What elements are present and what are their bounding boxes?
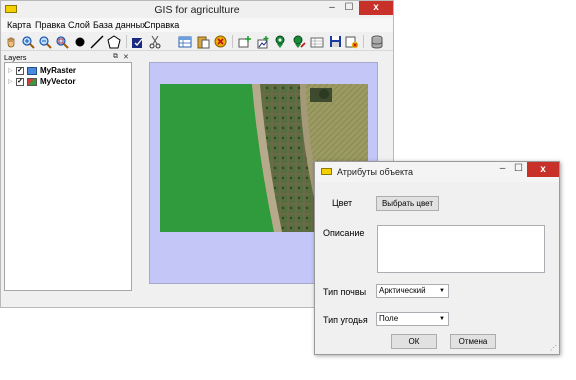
zoom-full-icon[interactable] [54,34,70,49]
ok-button[interactable]: ОК [391,334,437,349]
menu-map[interactable]: Карта [7,19,31,31]
delete-icon[interactable] [212,34,228,49]
minimize-button[interactable]: ‒ [324,1,340,15]
choose-color-button[interactable]: Выбрать цвет [376,196,439,211]
cancel-button[interactable]: Отмена [450,334,496,349]
attributes-dialog: Атрибуты объекта ‒ ☐ x Цвет Выбрать цвет… [314,161,560,355]
expand-arrow-icon[interactable]: ▷ [8,67,14,74]
toolbar-separator [126,35,127,48]
toolbar [1,32,393,51]
menu-bar: Карта Правка Слой База данных Справка [1,18,393,32]
map-pin-green-icon[interactable] [273,34,289,49]
minimize-button[interactable]: ‒ [495,163,510,174]
dialog-title: Атрибуты объекта [337,167,414,177]
land-type-select[interactable]: Поле ▼ [376,312,449,326]
title-bar: GIS for agriculture ‒ ☐ x [1,1,393,18]
toolbar-separator [232,35,233,48]
attribute-table-icon[interactable] [177,34,193,49]
soil-type-label: Тип почвы [323,287,367,297]
close-button[interactable]: x [527,162,559,177]
maximize-button[interactable]: ☐ [341,1,357,15]
save-icon[interactable] [327,34,343,49]
draw-polygon-icon[interactable] [106,34,122,49]
toolbar-separator [363,35,364,48]
delete-layer-icon[interactable] [344,34,360,49]
land-type-label: Тип угодья [323,315,368,325]
raster-layer-icon [27,66,37,75]
layer-name: MyVector [40,77,76,86]
zoom-in-icon[interactable] [20,34,36,49]
color-label: Цвет [332,198,353,208]
add-layer-icon[interactable] [237,34,253,49]
layers-panel: ▷ ✓ MyRaster ▷ ✓ MyVector [4,62,132,291]
zoom-out-icon[interactable] [37,34,53,49]
expand-arrow-icon[interactable]: ▷ [8,78,14,85]
land-type-value: Поле [379,314,399,323]
menu-help[interactable]: Справка [144,19,179,31]
vector-layer-icon [27,77,37,86]
close-panel-icon[interactable]: ✕ [123,53,129,61]
layer-name: MyRaster [40,66,77,75]
draw-point-icon[interactable] [72,34,88,49]
layer-visibility-checkbox[interactable]: ✓ [16,77,24,86]
maximize-button[interactable]: ☐ [511,163,526,174]
soil-type-select[interactable]: Арктический ▼ [376,284,449,298]
cut-icon[interactable] [147,34,163,49]
database-icon[interactable] [369,34,385,49]
description-label: Описание [323,228,365,238]
menu-edit[interactable]: Правка [35,19,65,31]
resize-grip-icon[interactable]: ⋰ [550,344,557,352]
layer-visibility-checkbox[interactable]: ✓ [16,66,24,75]
add-vector-layer-icon[interactable] [255,34,271,49]
close-button[interactable]: x [359,1,393,15]
chevron-down-icon: ▼ [439,316,445,322]
layer-item-myraster[interactable]: ▷ ✓ MyRaster [8,65,76,76]
app-icon [321,168,332,175]
paste-icon[interactable] [195,34,211,49]
float-panel-icon[interactable]: ⧉ [113,53,118,61]
menu-database[interactable]: База данных [93,19,147,31]
soil-type-value: Арктический [379,286,426,295]
dialog-title-bar: Атрибуты объекта ‒ ☐ x [315,162,559,182]
pan-icon[interactable] [3,34,19,49]
menu-layer[interactable]: Слой [68,19,90,31]
description-field[interactable] [377,225,545,273]
chevron-down-icon: ▼ [439,288,445,294]
layer-item-myvector[interactable]: ▷ ✓ MyVector [8,76,76,87]
table-icon[interactable] [309,34,325,49]
draw-line-icon[interactable] [89,34,105,49]
edit-features-icon[interactable] [130,34,146,49]
map-pin-edit-icon[interactable] [291,34,307,49]
layers-panel-title: Layers [4,53,27,62]
